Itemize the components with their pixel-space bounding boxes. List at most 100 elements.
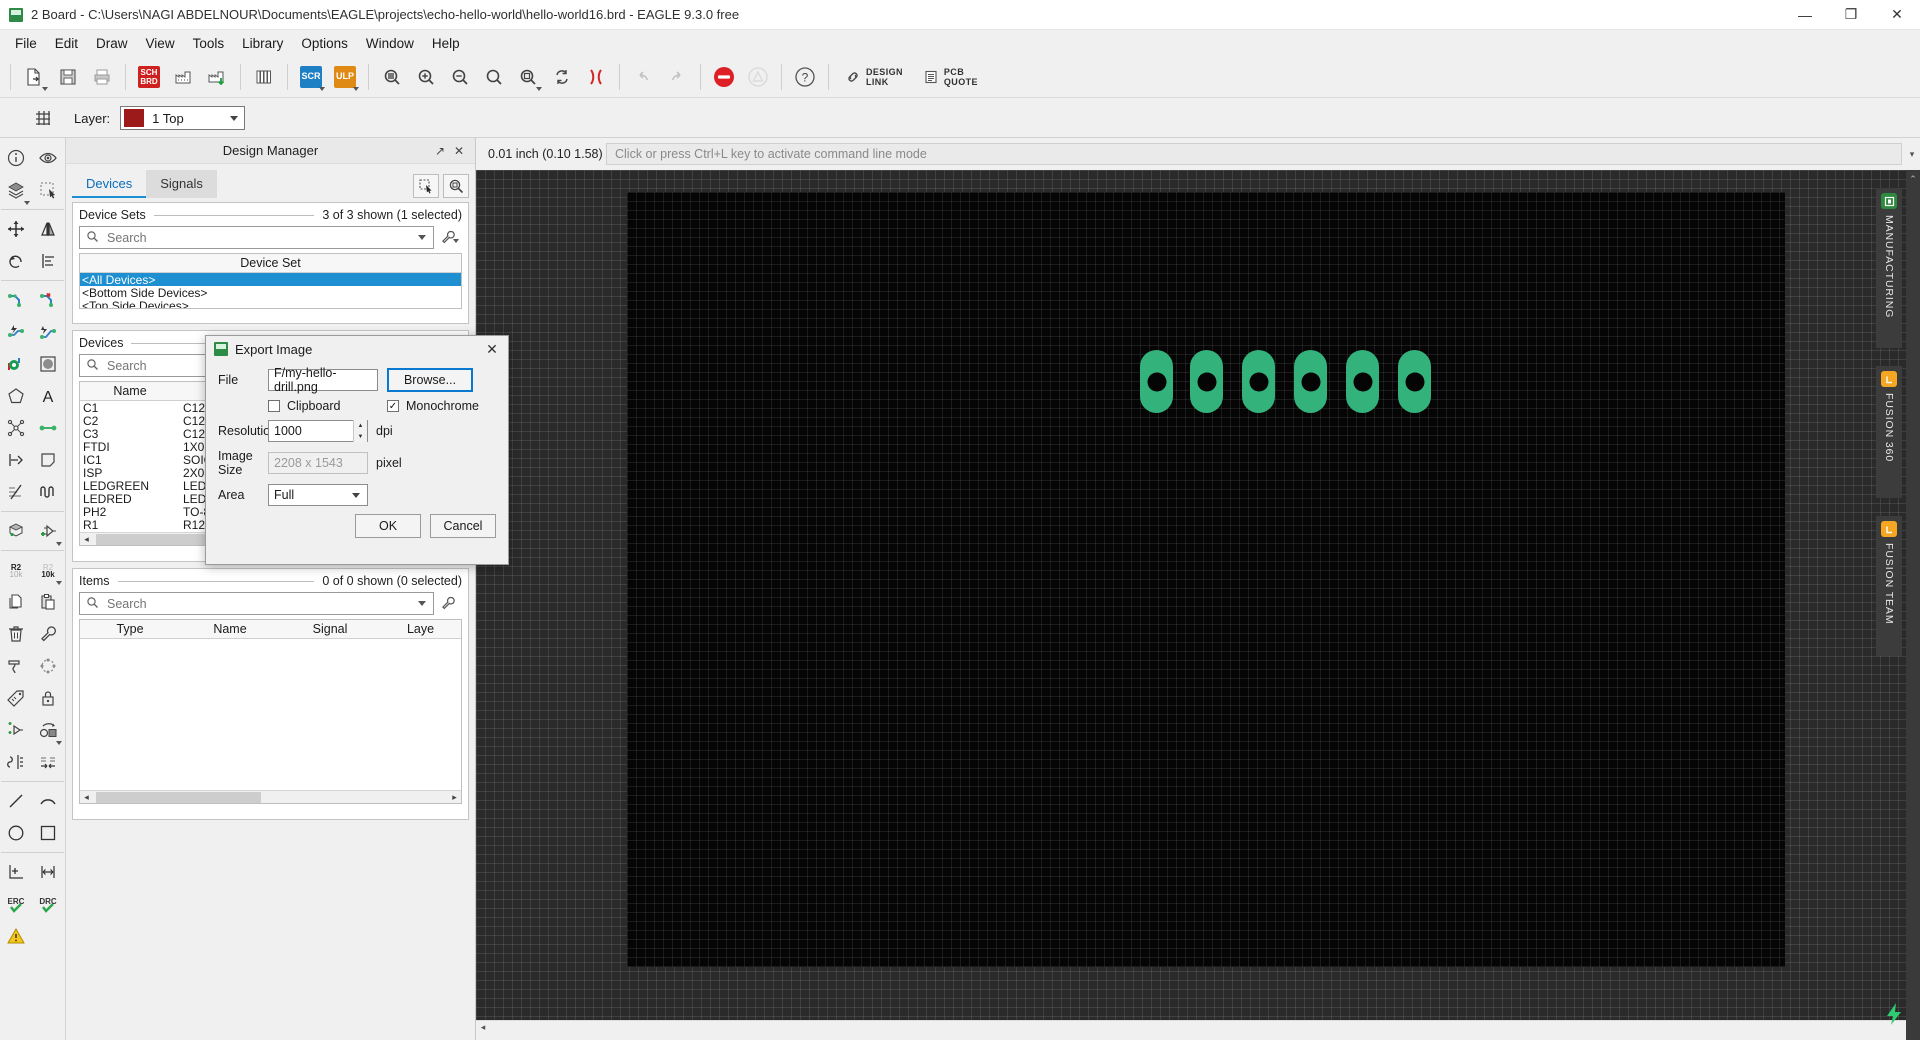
maximize-button[interactable]: ❐: [1828, 0, 1874, 30]
help-icon[interactable]: ?: [788, 61, 822, 93]
monochrome-checkbox-wrap[interactable]: ✓ Monochrome: [387, 399, 479, 413]
area-select[interactable]: Full: [268, 484, 368, 506]
column-signal[interactable]: Signal: [280, 622, 380, 636]
scroll-thumb[interactable]: [96, 792, 261, 803]
scroll-right-arrow[interactable]: ▸: [448, 792, 461, 803]
delete-icon[interactable]: [0, 618, 32, 650]
items-search-input[interactable]: [105, 595, 418, 612]
pcb-quote-button[interactable]: PCB QUOTE: [913, 61, 988, 93]
open-file-icon[interactable]: [17, 61, 51, 93]
mirror-icon[interactable]: [32, 213, 64, 245]
zoom-out-icon[interactable]: [443, 61, 477, 93]
column-name[interactable]: Name: [180, 622, 280, 636]
scroll-left-arrow[interactable]: ◂: [476, 1022, 490, 1033]
move-icon[interactable]: [0, 213, 32, 245]
clipboard-checkbox-wrap[interactable]: Clipboard: [268, 399, 378, 413]
value-icon[interactable]: R2 10k: [32, 554, 64, 586]
polygon-fill-icon[interactable]: [32, 348, 64, 380]
add-gate-icon[interactable]: [0, 714, 32, 746]
canvas-horizontal-scrollbar[interactable]: ◂: [476, 1020, 1906, 1034]
autoroute-icon[interactable]: [0, 316, 32, 348]
zoom-fit-icon[interactable]: [375, 61, 409, 93]
device-sets-search[interactable]: [79, 226, 434, 249]
select-tool-icon[interactable]: [413, 174, 439, 198]
redo-icon[interactable]: [660, 61, 694, 93]
scroll-left-arrow[interactable]: ◂: [80, 534, 93, 545]
drc-icon[interactable]: DRC: [32, 888, 64, 920]
browse-button[interactable]: Browse...: [387, 368, 473, 392]
polygon-icon[interactable]: [0, 380, 32, 412]
column-name[interactable]: Name: [80, 384, 180, 398]
pcb-canvas[interactable]: [476, 170, 1906, 1020]
close-panel-icon[interactable]: ✕: [452, 144, 466, 158]
lock-icon[interactable]: [32, 682, 64, 714]
grid-icon[interactable]: [26, 103, 60, 133]
route-icon[interactable]: [0, 284, 32, 316]
pinswap-icon[interactable]: [0, 746, 32, 778]
close-button[interactable]: ✕: [1874, 0, 1920, 30]
menu-view[interactable]: View: [137, 33, 184, 54]
chevron-down-icon[interactable]: [418, 235, 426, 240]
menu-draw[interactable]: Draw: [87, 33, 137, 54]
replace-icon[interactable]: [32, 714, 64, 746]
menu-library[interactable]: Library: [233, 33, 292, 54]
zoom-select-icon[interactable]: [511, 61, 545, 93]
column-layer[interactable]: Laye: [380, 622, 461, 636]
menu-help[interactable]: Help: [423, 33, 469, 54]
wrench-icon[interactable]: [32, 618, 64, 650]
column-device-set[interactable]: Device Set: [80, 256, 461, 270]
device-set-row-bottom[interactable]: <Bottom Side Devices>: [80, 286, 461, 300]
pcb-pad[interactable]: [1140, 350, 1173, 413]
device-set-row-all[interactable]: <All Devices>: [80, 273, 461, 287]
via-icon[interactable]: [0, 348, 32, 380]
design-link-button[interactable]: DESIGN LINK: [835, 61, 913, 93]
undo-icon[interactable]: [626, 61, 660, 93]
file-input[interactable]: F/my-hello-drill.png: [268, 366, 378, 394]
arc-icon[interactable]: [32, 785, 64, 817]
cancel-button[interactable]: Cancel: [430, 514, 496, 538]
zoom-to-selection-icon[interactable]: [443, 174, 469, 198]
paintbrush-icon[interactable]: [0, 650, 32, 682]
group-select-icon[interactable]: [32, 174, 64, 206]
chevron-down-icon[interactable]: [418, 601, 426, 606]
net-icon[interactable]: [32, 412, 64, 444]
chamfer-icon[interactable]: [32, 444, 64, 476]
sidebar-item-manufacturing[interactable]: MANUFACTURING: [1876, 188, 1902, 348]
refresh-icon[interactable]: [545, 61, 579, 93]
add-package-icon[interactable]: [0, 515, 32, 547]
run-ulp-icon[interactable]: ULP: [328, 61, 362, 93]
resolution-input-wrap[interactable]: 1000 ▲ ▼: [268, 420, 368, 442]
text-icon[interactable]: A: [32, 380, 64, 412]
warning-icon[interactable]: [0, 920, 32, 952]
pcb-pad[interactable]: [1398, 350, 1431, 413]
line-icon[interactable]: [0, 785, 32, 817]
display-layers-icon[interactable]: [0, 174, 32, 206]
stop-icon[interactable]: [707, 61, 741, 93]
scroll-left-arrow[interactable]: ◂: [80, 792, 93, 803]
layer-select[interactable]: 1 Top: [120, 106, 246, 130]
ripup-icon[interactable]: [32, 284, 64, 316]
miter-icon[interactable]: [0, 444, 32, 476]
float-panel-icon[interactable]: ↗: [433, 144, 447, 158]
tab-signals[interactable]: Signals: [146, 170, 217, 198]
add-part-icon[interactable]: [32, 515, 64, 547]
attribute-icon[interactable]: [0, 682, 32, 714]
sidebar-item-fusion-team[interactable]: FUSION TEAM: [1876, 516, 1902, 656]
library-manager-icon[interactable]: [247, 61, 281, 93]
resolution-spinner[interactable]: ▲ ▼: [353, 420, 367, 442]
zoom-in-icon[interactable]: [409, 61, 443, 93]
stop-ratsnest-icon[interactable]: [579, 61, 613, 93]
command-line-input[interactable]: Click or press Ctrl+L key to activate co…: [606, 143, 1902, 165]
hole-icon[interactable]: [0, 856, 32, 888]
fanout-icon[interactable]: [32, 316, 64, 348]
erc-icon[interactable]: ERC: [0, 888, 32, 920]
ok-button[interactable]: OK: [355, 514, 421, 538]
device-sets-search-input[interactable]: [105, 229, 418, 246]
tab-devices[interactable]: Devices: [72, 170, 147, 198]
rotate-group-icon[interactable]: [32, 650, 64, 682]
pcb-pad[interactable]: [1190, 350, 1223, 413]
clipboard-checkbox[interactable]: [268, 400, 280, 412]
switch-to-schematic-icon[interactable]: SCH BRD: [132, 61, 166, 93]
menu-window[interactable]: Window: [357, 33, 423, 54]
print-icon[interactable]: [85, 61, 119, 93]
